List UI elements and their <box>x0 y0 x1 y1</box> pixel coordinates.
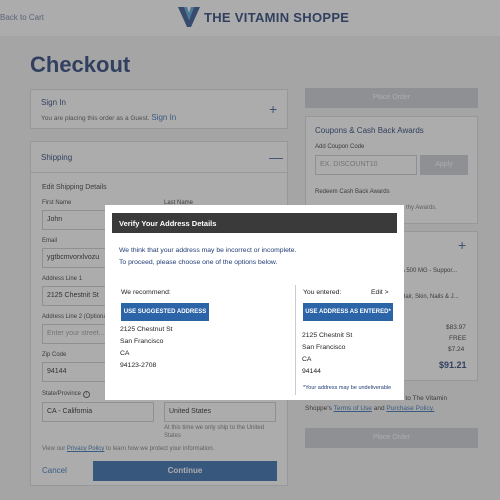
column-divider <box>295 285 296 395</box>
recommend-heading: We recommend: <box>121 289 171 296</box>
modal-message-line1: We think that your address may be incorr… <box>119 247 297 254</box>
entered-zip: 94144 <box>302 368 321 375</box>
suggested-street: 2125 Chestnut St <box>120 326 173 333</box>
modal-message-line2: To proceed, please choose one of the opt… <box>119 259 278 266</box>
suggested-state: CA <box>120 350 130 357</box>
suggested-address: 2125 Chestnut St San Francisco CA 94123-… <box>120 324 173 372</box>
suggested-zip: 94123-2708 <box>120 362 157 369</box>
entered-street: 2125 Chestnit St <box>302 332 353 339</box>
suggested-city: San Francisco <box>120 338 164 345</box>
entered-address: 2125 Chestnit St San Francisco CA 94144 <box>302 330 352 378</box>
edit-link[interactable]: Edit > <box>371 289 389 296</box>
undeliverable-note: *Your address may be undeliverable <box>303 385 392 391</box>
entered-heading: You entered: <box>303 289 342 296</box>
entered-state: CA <box>302 356 312 363</box>
use-address-as-entered-button[interactable]: USE ADDRESS AS ENTERED* <box>303 303 393 321</box>
use-suggested-address-button[interactable]: USE SUGGESTED ADDRESS <box>121 303 209 321</box>
verify-address-modal: Verify Your Address Details We think tha… <box>105 205 404 400</box>
entered-city: San Francisco <box>302 344 346 351</box>
modal-title: Verify Your Address Details <box>112 213 397 233</box>
